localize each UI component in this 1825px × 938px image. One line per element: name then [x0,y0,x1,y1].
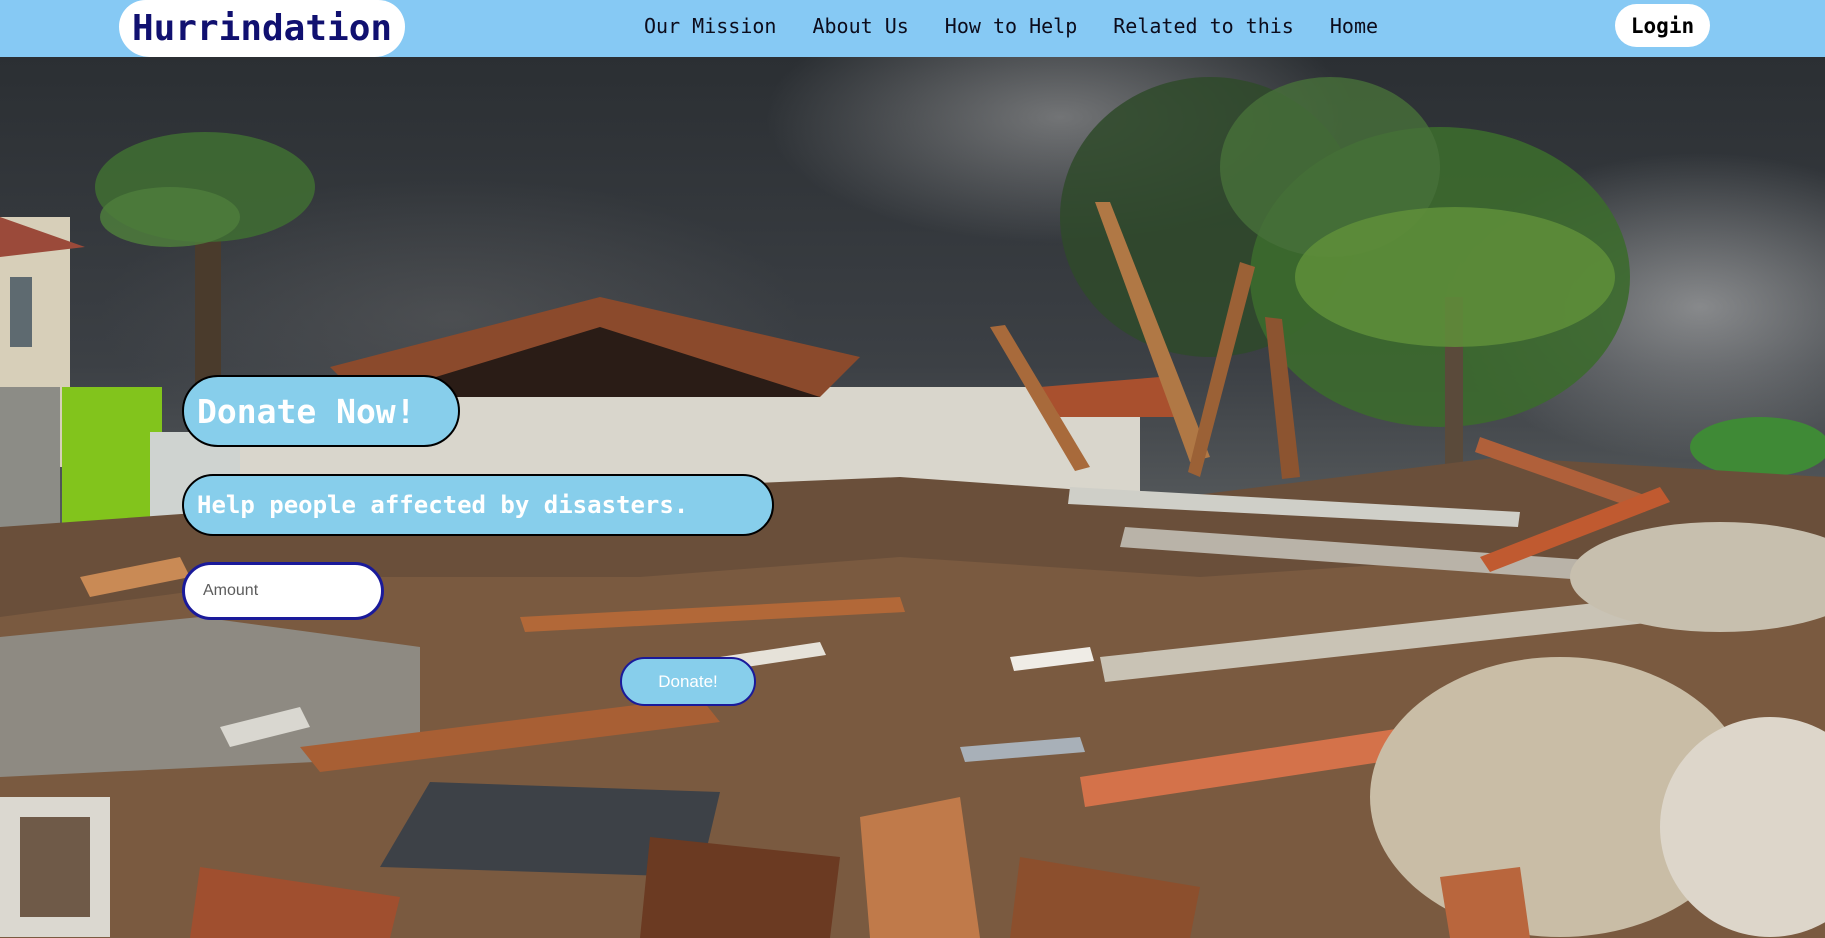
login-button[interactable]: Login [1615,4,1710,47]
donate-subtitle: Help people affected by disasters. [182,474,774,536]
nav-link-how-to-help[interactable]: How to Help [945,14,1077,38]
top-navbar: Hurrindation Our Mission About Us How to… [0,0,1825,57]
donate-button[interactable]: Donate! [620,657,756,706]
site-logo[interactable]: Hurrindation [119,0,405,57]
page: Hurrindation Our Mission About Us How to… [0,0,1825,938]
nav-link-our-mission[interactable]: Our Mission [644,14,776,38]
donate-now-heading: Donate Now! [182,375,460,447]
amount-input[interactable] [182,562,384,620]
nav-link-related[interactable]: Related to this [1113,14,1294,38]
nav-link-about-us[interactable]: About Us [812,14,908,38]
nav-link-home[interactable]: Home [1330,14,1378,38]
nav-links: Our Mission About Us How to Help Related… [644,0,1414,52]
